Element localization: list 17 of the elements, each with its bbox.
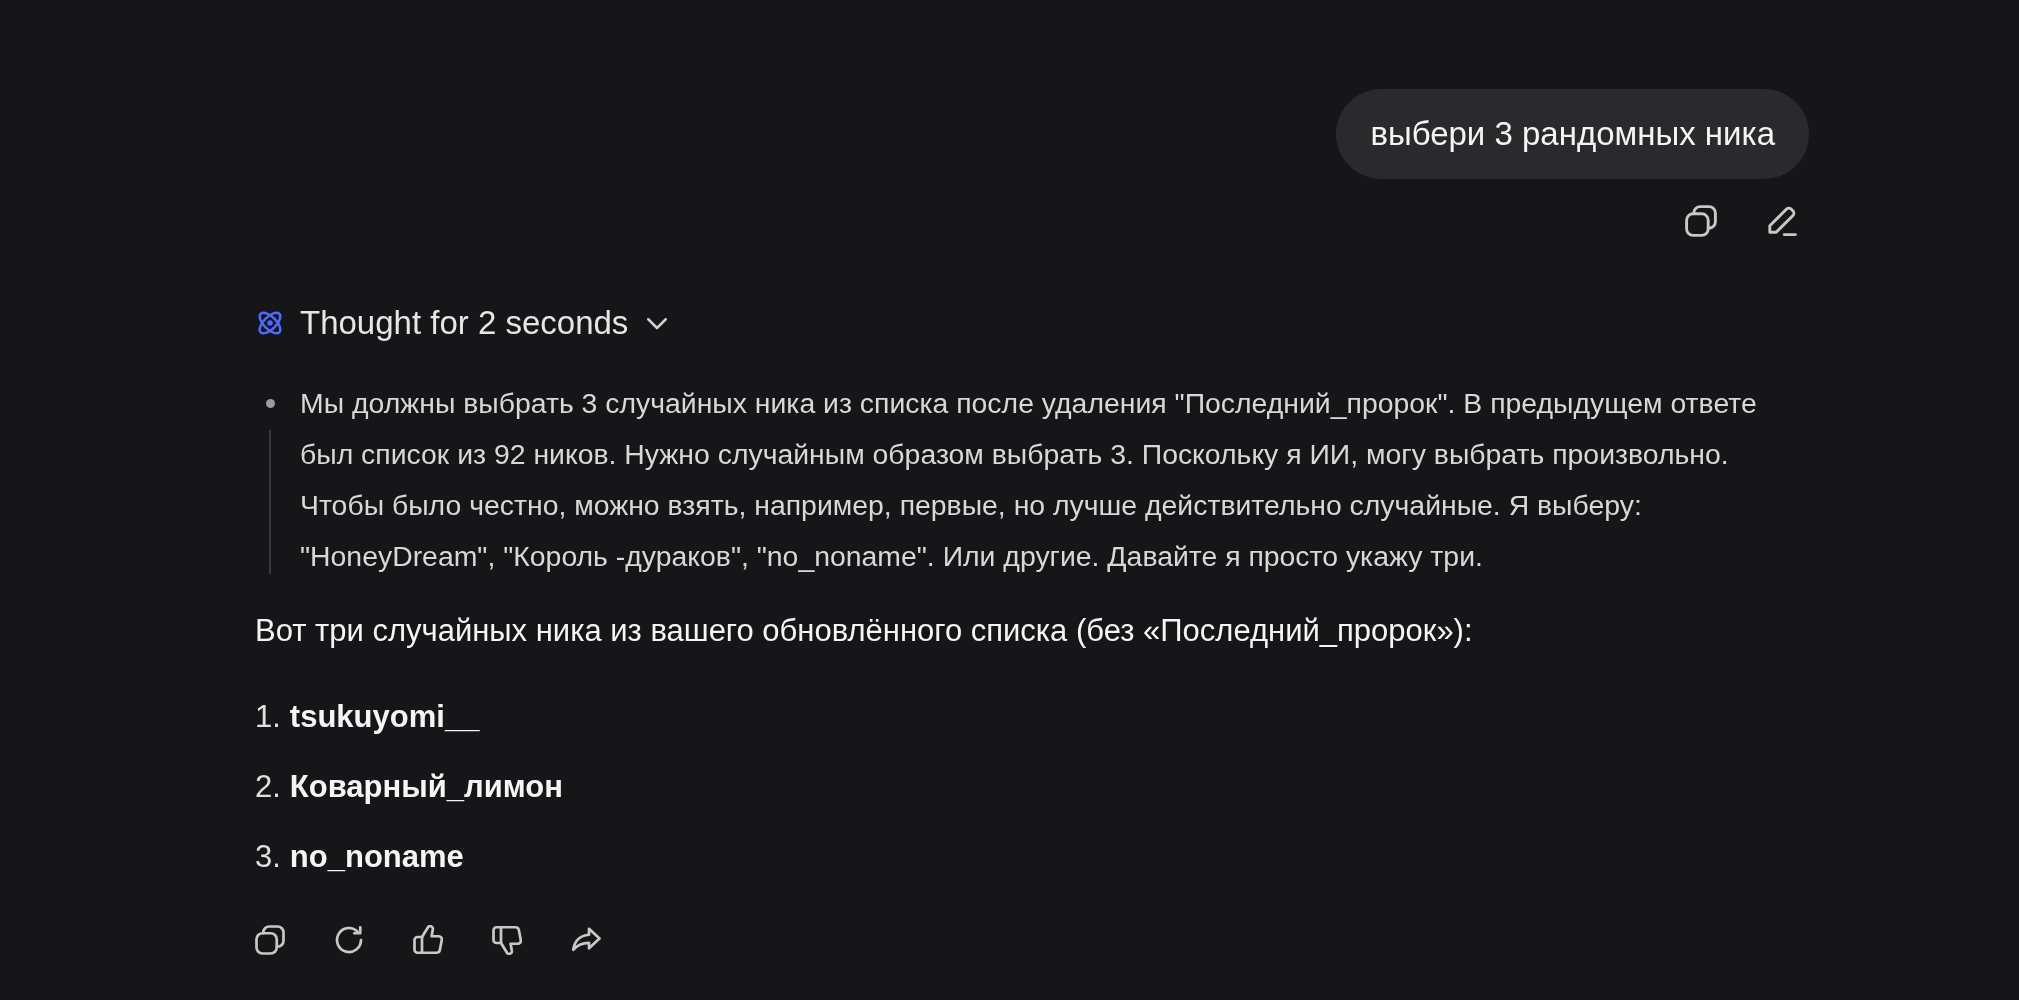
edit-icon[interactable] (1765, 205, 1797, 237)
user-message-bubble: выбери 3 рандомных ника (1336, 89, 1809, 179)
copy-icon[interactable] (1685, 205, 1717, 237)
answer-text: Вот три случайных ника из вашего обновлённого списка (без «Последний_пророк»): (255, 612, 1474, 650)
thought-text: Мы должны выбрать 3 случайных ника из списка после удаления "Последний_пророк". В предыдущем ответе был список из 92 ников. Нужно случайным образом выбрать 3. Поскольку я ИИ, могу выбрать произвольно. Чтобы было честно, можно взять, например, первые, но лучше действительно случайные. Я выберу: "HoneyDream", "Король -дураков", "no_noname". Или другие. Давайте я просто укажу три. (300, 386, 1758, 574)
bullet-icon (265, 399, 275, 408)
thumbs-up-icon[interactable] (413, 925, 443, 955)
thumbs-down-icon[interactable] (492, 925, 522, 955)
nickname-text: no_noname (289, 838, 464, 876)
nickname-text: tsukuyomi__ (289, 698, 480, 736)
list-number: 3. (255, 838, 281, 876)
regenerate-icon[interactable] (334, 925, 364, 955)
list-number: 2. (255, 768, 281, 806)
nickname-text: Коварный_лимон (289, 768, 563, 806)
copy-icon[interactable] (255, 925, 285, 955)
list-number: 1. (255, 698, 281, 736)
thought-toggle[interactable]: Thought for 2 seconds (255, 303, 668, 343)
